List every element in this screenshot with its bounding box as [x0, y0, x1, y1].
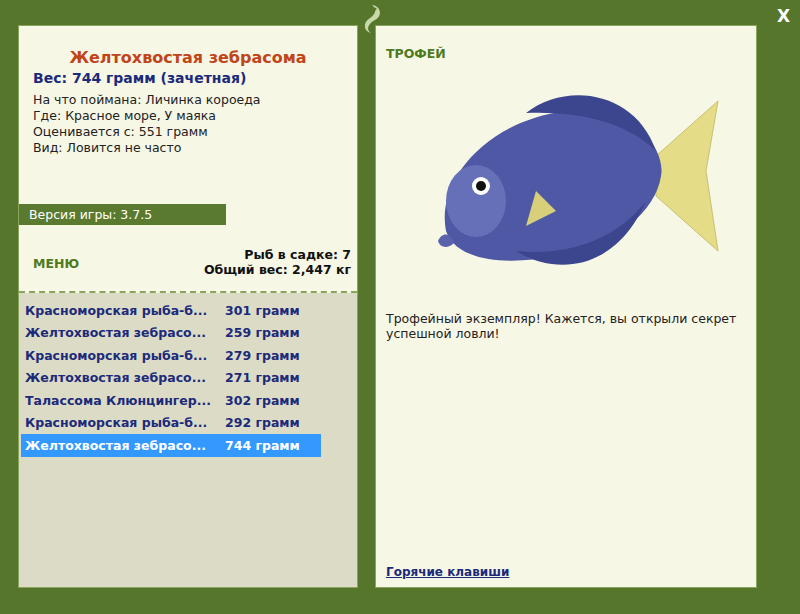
fish-detail: Вид: Ловится не часто [33, 140, 343, 156]
fish-picture-icon [406, 61, 726, 301]
catch-row[interactable]: Талассома Клюнцингер...302 грамм [21, 389, 321, 412]
catch-name: Красноморская рыба-б... [25, 303, 225, 318]
lizard-logo-icon [355, 2, 389, 36]
fish-name: Желтохвостая зебрасома [33, 48, 343, 67]
version-bar: Версия игры: 3.7.5 [19, 204, 226, 225]
trophy-message: Трофейный экземпляр! Кажется, вы открыли… [386, 311, 746, 565]
fish-info: Желтохвостая зебрасома Вес: 744 грамм (за… [19, 26, 357, 204]
catch-row[interactable]: Желтохвостая зебрасо...271 грамм [21, 367, 321, 390]
catch-weight: 744 грамм [225, 438, 300, 453]
catch-weight: 301 грамм [225, 303, 300, 318]
catch-window: X Желтохвостая зебрасома Вес: 744 грамм (з… [0, 0, 800, 614]
catch-list: Красноморская рыба-б...301 граммЖелтохво… [19, 293, 357, 587]
catch-name: Талассома Клюнцингер... [25, 393, 225, 408]
trophy-panel: ТРОФЕЙ Трофейный экземпляр! Кажется, вы о… [375, 25, 757, 588]
keepnet-summary: Рыб в садке: 7Общий вес: 2,447 кг [204, 247, 351, 277]
menu-row: МЕНЮ Рыб в садке: 7Общий вес: 2,447 кг [19, 225, 357, 293]
catch-row[interactable]: Красноморская рыба-б...301 грамм [21, 299, 321, 322]
catch-row[interactable]: Желтохвостая зебрасо...744 грамм [21, 434, 321, 457]
menu-button[interactable]: МЕНЮ [33, 256, 79, 271]
fish-count: Рыб в садке: 7 [204, 247, 351, 262]
catch-name: Красноморская рыба-б... [25, 415, 225, 430]
fish-detail: На что поймана: Личинка короеда [33, 92, 343, 108]
catch-weight: 302 грамм [225, 393, 300, 408]
catch-row[interactable]: Красноморская рыба-б...292 грамм [21, 412, 321, 435]
catch-row[interactable]: Желтохвостая зебрасо...259 грамм [21, 322, 321, 345]
catch-name: Желтохвостая зебрасо... [25, 438, 225, 453]
hotkeys-link[interactable]: Горячие клавиши [386, 565, 746, 579]
catch-name: Желтохвостая зебрасо... [25, 325, 225, 340]
catch-weight: 292 грамм [225, 415, 300, 430]
trophy-label: ТРОФЕЙ [386, 46, 746, 61]
total-weight: Общий вес: 2,447 кг [204, 262, 351, 277]
catch-name: Желтохвостая зебрасо... [25, 370, 225, 385]
info-panel: Желтохвостая зебрасома Вес: 744 грамм (за… [18, 25, 358, 588]
catch-weight: 271 грамм [225, 370, 300, 385]
fish-detail: Оценивается с: 551 грамм [33, 124, 343, 140]
catch-row[interactable]: Красноморская рыба-б...279 грамм [21, 344, 321, 367]
catch-name: Красноморская рыба-б... [25, 348, 225, 363]
fish-detail: Где: Красное море, У маяка [33, 108, 343, 124]
fish-weight: Вес: 744 грамм (зачетная) [33, 70, 343, 86]
catch-weight: 259 грамм [225, 325, 300, 340]
catch-weight: 279 грамм [225, 348, 300, 363]
close-button[interactable]: X [777, 6, 790, 26]
